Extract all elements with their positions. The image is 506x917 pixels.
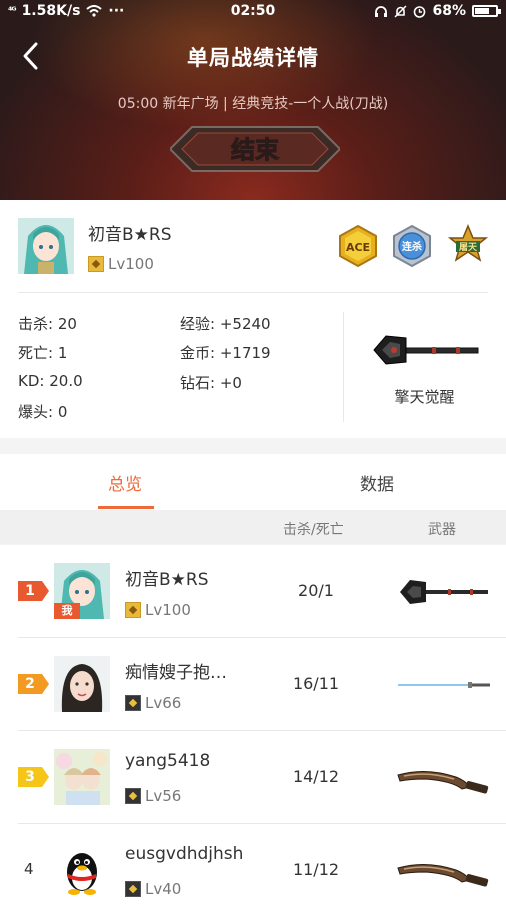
tab-data[interactable]: 数据 bbox=[360, 470, 394, 495]
match-mode-info: 05:00 新年广场 | 经典竞技-一个人战(刀战) bbox=[117, 96, 389, 112]
player-level-text: Lv100 bbox=[108, 255, 154, 273]
row-player-name: 初音B★RS bbox=[125, 570, 209, 590]
stat-kd: KD: 20.0 bbox=[18, 372, 83, 390]
row-kd: 16/11 bbox=[292, 674, 340, 693]
table-row[interactable]: 1 我 初音B★RS Lv100 20/1 bbox=[0, 545, 506, 638]
player-avatar[interactable] bbox=[54, 749, 110, 805]
row-level-text: Lv100 bbox=[145, 601, 191, 619]
player-level: Lv100 bbox=[88, 255, 154, 273]
streak-medal-icon[interactable]: 连杀 bbox=[390, 224, 434, 268]
row-player-name: 痴情嫂子抱… bbox=[125, 663, 227, 683]
anime-couple-avatar-icon bbox=[54, 749, 110, 805]
card-divider bbox=[18, 292, 488, 293]
row-kd: 14/12 bbox=[292, 767, 340, 786]
qq-penguin-avatar-icon bbox=[54, 842, 110, 898]
weapon-name: 擎天觉醒 bbox=[394, 388, 455, 406]
stat-headshots: 爆头: 0 bbox=[18, 403, 68, 421]
rank-badge: 1 bbox=[18, 581, 49, 601]
stat-kills: 击杀: 20 bbox=[18, 315, 77, 333]
stat-exp: 经验: +5240 bbox=[180, 315, 271, 333]
row-player-name: eusgvdhdjhsh bbox=[125, 844, 244, 864]
ace-medal-icon[interactable]: ACE bbox=[336, 224, 380, 268]
row-player-level: Lv40 bbox=[125, 880, 181, 898]
row-player-level: Lv66 bbox=[125, 694, 181, 712]
level-badge-icon bbox=[125, 695, 141, 711]
table-header: 击杀/死亡 武器 bbox=[0, 510, 506, 544]
row-kd: 11/12 bbox=[292, 860, 340, 879]
rank-badge: 3 bbox=[18, 767, 49, 787]
light-sword-icon bbox=[398, 682, 490, 688]
player-avatar[interactable] bbox=[54, 842, 110, 898]
row-player-level: Lv100 bbox=[125, 601, 191, 619]
girl-avatar-icon bbox=[54, 656, 110, 712]
tab-overview[interactable]: 总览 bbox=[108, 470, 142, 495]
battery-percent: 68% bbox=[432, 3, 466, 19]
rank-badge: 2 bbox=[18, 674, 49, 694]
table-row[interactable]: 3 yang5418 Lv56 14/12 bbox=[0, 731, 506, 824]
column-kd: 击杀/死亡 bbox=[283, 522, 344, 538]
svg-text:屠天: 屠天 bbox=[458, 242, 478, 253]
headphones-icon bbox=[375, 5, 388, 17]
row-player-name: yang5418 bbox=[125, 751, 211, 771]
match-end-badge: 结束 bbox=[170, 126, 340, 172]
stat-gold: 金币: +1719 bbox=[180, 344, 271, 362]
player-avatar[interactable] bbox=[54, 656, 110, 712]
level-badge-icon bbox=[125, 788, 141, 804]
row-level-text: Lv66 bbox=[145, 694, 182, 712]
battery-icon bbox=[472, 5, 501, 17]
kukri-knife-icon bbox=[397, 864, 489, 887]
survive-medal-icon[interactable]: 屠天 bbox=[446, 224, 490, 268]
shovel-axe-icon bbox=[400, 580, 488, 604]
weapon-shovel-axe-icon[interactable] bbox=[372, 330, 480, 370]
kukri-knife-icon bbox=[397, 771, 489, 794]
status-bar: ⁴ᴳ 1.58K/s ··· 02:50 68% bbox=[0, 0, 506, 24]
stat-diamond: 钻石: +0 bbox=[180, 374, 242, 392]
level-badge-icon bbox=[88, 256, 104, 272]
column-weapon: 武器 bbox=[428, 522, 456, 538]
match-header: ⁴ᴳ 1.58K/s ··· 02:50 68% 单局战绩详情 05:00 新年… bbox=[0, 0, 506, 200]
row-kd: 20/1 bbox=[298, 581, 334, 600]
row-level-text: Lv40 bbox=[145, 880, 182, 898]
row-level-text: Lv56 bbox=[145, 787, 182, 805]
active-tab-indicator bbox=[98, 506, 154, 509]
miku-avatar-icon bbox=[18, 218, 74, 274]
player-avatar[interactable]: 我 bbox=[54, 563, 110, 619]
row-player-level: Lv56 bbox=[125, 787, 181, 805]
table-row[interactable]: 2 痴情嫂子抱… Lv66 16/11 bbox=[0, 638, 506, 731]
player-avatar[interactable] bbox=[18, 218, 74, 274]
player-name: 初音B★RS bbox=[88, 225, 172, 245]
svg-text:ACE: ACE bbox=[346, 241, 370, 254]
alarm-icon bbox=[414, 5, 426, 18]
stat-deaths: 死亡: 1 bbox=[18, 344, 68, 362]
level-badge-icon bbox=[125, 881, 141, 897]
me-tag: 我 bbox=[54, 603, 80, 619]
page-title: 单局战绩详情 bbox=[187, 46, 319, 70]
mute-bell-icon bbox=[394, 4, 408, 18]
result-label: 结束 bbox=[231, 136, 280, 164]
level-badge-icon bbox=[125, 602, 141, 618]
table-row[interactable]: 4 eusgvdhdjhsh Lv40 11/12 bbox=[0, 824, 506, 917]
svg-text:连杀: 连杀 bbox=[402, 240, 422, 253]
rank-number: 4 bbox=[24, 860, 34, 878]
tab-bar: 总览 数据 bbox=[0, 454, 506, 510]
